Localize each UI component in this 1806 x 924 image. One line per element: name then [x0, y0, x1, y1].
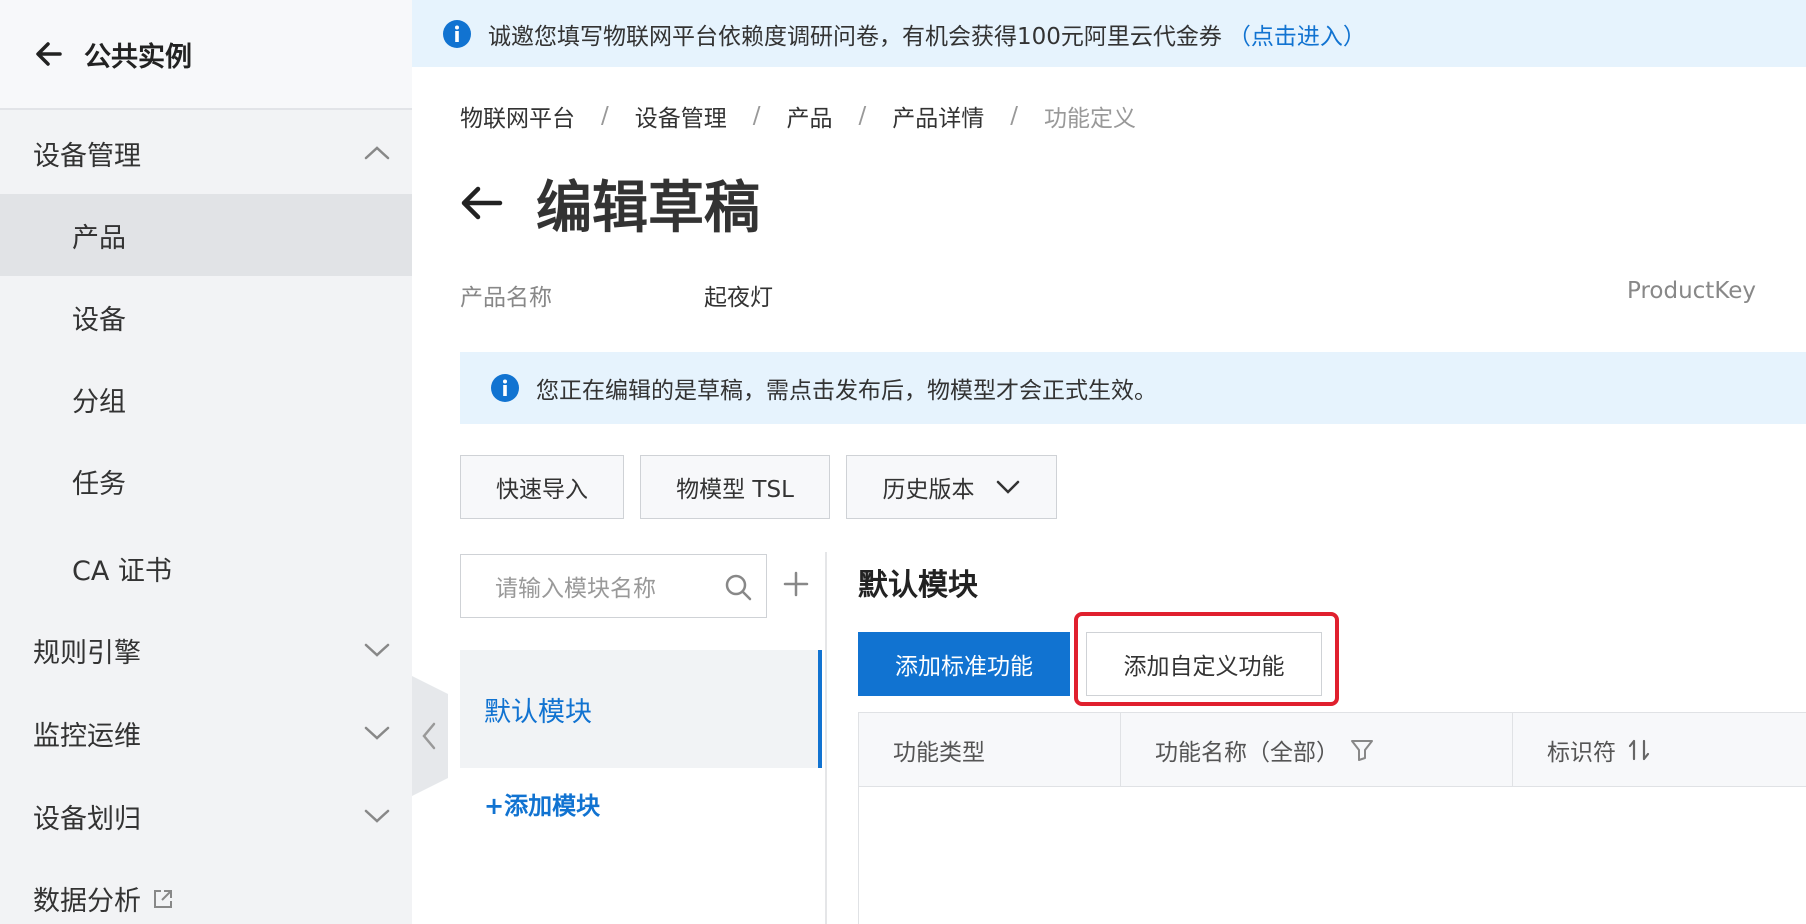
function-table: 功能类型 功能名称（全部） 标识符 — [858, 712, 1806, 924]
nav-group-device-management[interactable]: 设备管理 — [0, 112, 412, 194]
nav-group-device-assignment[interactable]: 设备划归 — [0, 775, 412, 857]
page-header: 编辑草稿 — [458, 168, 760, 241]
back-arrow-icon[interactable] — [458, 183, 504, 223]
nav-group-data-analysis[interactable]: 数据分析 — [0, 857, 412, 924]
sidebar-item-label: 分组 — [72, 386, 126, 418]
nav-group-label: 监控运维 — [33, 720, 141, 752]
breadcrumb-separator: / — [1010, 103, 1018, 129]
arrow-left-icon — [36, 42, 62, 66]
external-link-icon — [154, 890, 172, 908]
product-key-label: ProductKey — [1627, 278, 1757, 304]
info-icon — [491, 374, 519, 402]
module-search-input[interactable]: 请输入模块名称 — [460, 554, 767, 618]
breadcrumb-item[interactable]: 产品 — [787, 99, 833, 133]
breadcrumb-separator: / — [601, 103, 609, 129]
column-header-type: 功能类型 — [859, 713, 1121, 787]
sidebar-collapse-toggle[interactable] — [412, 676, 448, 796]
sidebar-item-product[interactable]: 产品 — [0, 194, 412, 276]
nav-group-label: 设备划归 — [33, 803, 141, 835]
survey-notice: 诚邀您填写物联网平台依赖度调研问卷，有机会获得100元阿里云代金券 （点击进入） — [412, 0, 1806, 67]
chevron-down-icon — [364, 726, 390, 740]
highlight-annotation — [1074, 612, 1339, 706]
tsl-button[interactable]: 物模型 TSL — [640, 455, 830, 519]
search-icon — [725, 574, 752, 601]
page-title: 编辑草稿 — [536, 175, 760, 241]
sort-icon[interactable] — [1626, 737, 1652, 763]
column-header-identifier[interactable]: 标识符 — [1513, 713, 1806, 787]
module-section-title: 默认模块 — [858, 568, 978, 603]
sidebar-item-label: 产品 — [72, 222, 126, 254]
sidebar-item-device[interactable]: 设备 — [0, 276, 412, 358]
nav-group-label: 数据分析 — [33, 885, 141, 917]
table-header: 功能类型 功能名称（全部） 标识符 — [859, 713, 1806, 787]
breadcrumb-separator: / — [752, 103, 761, 129]
breadcrumb-current: 功能定义 — [1044, 106, 1136, 132]
breadcrumb-item[interactable]: 物联网平台 — [460, 99, 575, 133]
nav-group-monitoring[interactable]: 监控运维 — [0, 692, 412, 774]
history-version-dropdown[interactable]: 历史版本 — [846, 455, 1057, 519]
back-to-instances[interactable]: 公共实例 — [0, 0, 412, 110]
module-item-default[interactable]: 默认模块 — [460, 650, 822, 768]
button-label: 历史版本 — [882, 477, 975, 503]
column-label: 功能类型 — [893, 740, 985, 766]
breadcrumb-separator: / — [858, 103, 867, 129]
sidebar-item-task[interactable]: 任务 — [0, 440, 412, 522]
chevron-down-icon — [364, 643, 390, 657]
sidebar-item-label: CA 证书 — [72, 555, 172, 587]
nav-group-rule-engine[interactable]: 规则引擎 — [0, 609, 412, 691]
quick-import-button[interactable]: 快速导入 — [460, 455, 624, 519]
notice-link[interactable]: （点击进入） — [1228, 17, 1366, 51]
sidebar-item-ca-cert[interactable]: CA 证书 — [0, 527, 412, 609]
draft-banner-text: 您正在编辑的是草稿，需点击发布后，物模型才会正式生效。 — [536, 378, 1157, 404]
column-label: 功能名称（全部） — [1155, 740, 1339, 766]
panel-divider — [825, 552, 827, 924]
button-label: 物模型 TSL — [676, 477, 794, 503]
module-item-label: 默认模块 — [484, 696, 592, 728]
sidebar-item-label: 任务 — [72, 468, 126, 500]
draft-banner: 您正在编辑的是草稿，需点击发布后，物模型才会正式生效。 — [460, 352, 1806, 424]
nav-group-label: 设备管理 — [33, 140, 141, 172]
breadcrumb-item[interactable]: 设备管理 — [635, 99, 727, 133]
column-header-name[interactable]: 功能名称（全部） — [1121, 713, 1513, 787]
back-label: 公共实例 — [84, 41, 192, 73]
chevron-up-icon — [364, 146, 390, 160]
add-module-plus-icon[interactable] — [782, 570, 810, 598]
column-label: 标识符 — [1547, 740, 1616, 766]
sidebar-item-group[interactable]: 分组 — [0, 358, 412, 440]
sidebar-item-label: 设备 — [72, 304, 126, 336]
add-module-link[interactable]: +添加模块 — [484, 786, 600, 821]
sidebar: 公共实例 设备管理 产品 设备 分组 任务 CA 证书 规则引擎 监控运维 设备… — [0, 0, 412, 924]
breadcrumb: 物联网平台 / 设备管理 / 产品 / 产品详情 / 功能定义 — [460, 100, 1136, 132]
filter-icon[interactable] — [1349, 737, 1375, 763]
product-name-label: 产品名称 — [460, 285, 552, 311]
product-name-value: 起夜灯 — [704, 285, 773, 311]
notice-text: 诚邀您填写物联网平台依赖度调研问卷，有机会获得100元阿里云代金券 — [488, 23, 1222, 50]
search-placeholder: 请输入模块名称 — [495, 576, 656, 602]
button-label: 添加标准功能 — [895, 654, 1033, 680]
chevron-down-icon — [996, 480, 1019, 494]
breadcrumb-item[interactable]: 产品详情 — [892, 99, 984, 133]
nav-group-label: 规则引擎 — [33, 637, 141, 669]
button-label: 快速导入 — [496, 477, 588, 503]
info-icon — [443, 19, 471, 48]
chevron-down-icon — [364, 809, 390, 823]
add-standard-function-button[interactable]: 添加标准功能 — [858, 632, 1070, 696]
